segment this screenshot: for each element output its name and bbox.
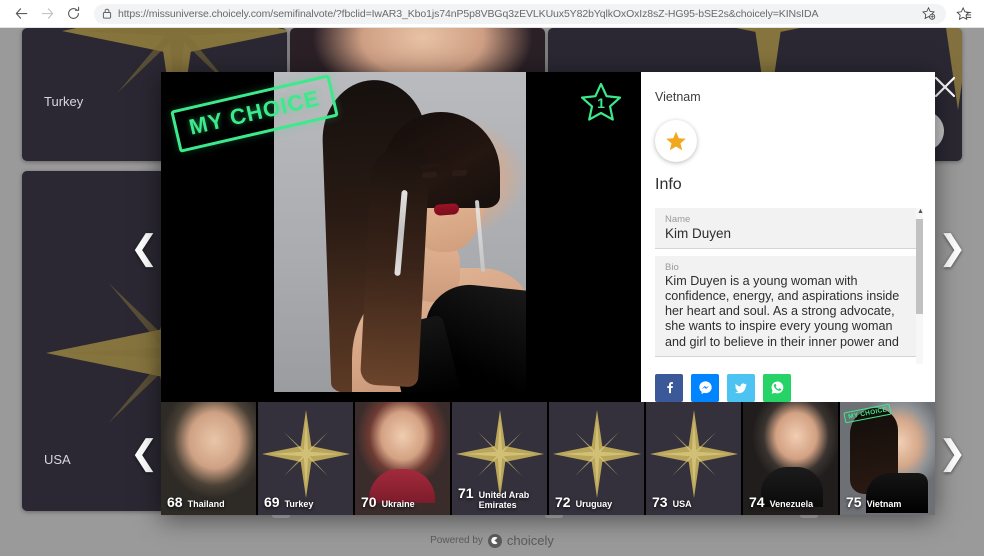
candidate-country: Vietnam [655, 90, 701, 104]
field-label: Name [665, 214, 691, 225]
thumbnail-name: Turkey [284, 499, 314, 509]
rank-number: 1 [597, 95, 605, 111]
add-favorite-icon[interactable] [916, 2, 940, 26]
facebook-share-button[interactable] [655, 373, 683, 402]
choicely-brand-label: choicely [506, 533, 554, 548]
whatsapp-share-button[interactable] [763, 373, 791, 402]
candidate-info-panel: Vietnam Info Name Kim Duyen Bio Kim Duye… [641, 72, 935, 402]
thumbnail-name: Vietnam [866, 499, 902, 509]
star-burst-icon [552, 409, 641, 498]
address-bar[interactable]: https://missuniverse.choicely.com/semifi… [94, 2, 946, 26]
info-fields: Name Kim Duyen Bio Kim Duyen is a young … [655, 208, 923, 364]
modal-top-section: MY CHOICE 1 Vietnam Info Name Kim Duyen … [161, 72, 935, 402]
browser-toolbar: https://missuniverse.choicely.com/semifi… [0, 0, 984, 28]
next-arrow-bottom[interactable]: ❯ [938, 436, 967, 470]
lock-icon [102, 8, 112, 19]
thumbnail-74[interactable]: 74 Venezuela [743, 401, 838, 515]
prev-arrow-bottom[interactable]: ❮ [130, 436, 159, 470]
star-burst-icon [649, 409, 738, 498]
thumbnail-name: Venezuela [769, 499, 814, 509]
thumbnail-number: 75 [846, 494, 862, 510]
candidate-card-photo-top[interactable] [290, 28, 545, 76]
thumbnail-69[interactable]: 69 Turkey [258, 401, 353, 515]
thumbnail-name: USA [672, 499, 692, 509]
reload-button[interactable] [60, 1, 86, 27]
choicely-logo-icon [487, 533, 502, 548]
thumbnail-72[interactable]: 72 Uruguay [549, 401, 644, 515]
twitter-share-button[interactable] [727, 373, 755, 402]
share-buttons [641, 364, 935, 402]
caret-up-icon[interactable]: ▲ [917, 208, 923, 216]
field-bio: Bio Kim Duyen is a young woman with conf… [655, 255, 923, 357]
scrollbar-thumb[interactable] [915, 219, 923, 314]
favorite-toggle-button[interactable] [655, 120, 697, 162]
next-arrow-top[interactable]: ❯ [938, 231, 967, 265]
thumbnail-68[interactable]: 68 Thailand [161, 401, 256, 515]
powered-by-label: Powered by [430, 535, 483, 546]
back-button[interactable] [8, 1, 34, 27]
thumbnail-number: 68 [167, 494, 183, 510]
thumbnail-number: 73 [652, 494, 668, 510]
thumbnail-name: Uruguay [575, 499, 613, 509]
prev-arrow-top[interactable]: ❮ [130, 231, 159, 265]
candidate-detail-modal: MY CHOICE 1 Vietnam Info Name Kim Duyen … [161, 72, 935, 515]
powered-by-footer: Powered by choicely [0, 533, 984, 548]
field-value: Kim Duyen is a young woman with confiden… [665, 273, 900, 349]
thumbnail-75[interactable]: MY CHOICE 75 Vietnam [840, 401, 935, 515]
thumbnail-number: 74 [749, 494, 765, 510]
forward-button[interactable] [34, 1, 60, 27]
thumbnail-70[interactable]: 70 Ukraine [355, 401, 450, 515]
field-label: Bio [665, 261, 679, 273]
thumbnail-number: 69 [264, 494, 280, 510]
thumbnail-name: Thailand [187, 499, 225, 509]
thumbnail-number: 70 [361, 494, 377, 510]
field-value: Kim Duyen [665, 226, 732, 241]
thumbnail-73[interactable]: 73 USA [646, 401, 741, 515]
star-burst-icon [261, 409, 350, 498]
thumbnail-71[interactable]: 71 United Arab Emirates [452, 401, 547, 515]
thumbnail-name: United Arab Emirates [478, 490, 530, 510]
candidate-card-name: Turkey [44, 94, 84, 109]
url-text: https://missuniverse.choicely.com/semifi… [118, 7, 819, 20]
favorites-list-icon[interactable] [952, 2, 976, 26]
candidate-photo [290, 28, 545, 76]
thumbnail-number: 72 [555, 494, 571, 510]
hero-image-area: MY CHOICE 1 [161, 72, 641, 402]
messenger-share-button[interactable] [691, 373, 719, 402]
screen: https://missuniverse.choicely.com/semifi… [0, 0, 984, 556]
rank-badge: 1 [579, 80, 623, 124]
star-filled-icon [666, 131, 686, 151]
thumbnail-number: 71 [458, 485, 474, 501]
info-heading: Info [655, 176, 682, 193]
field-name: Name Kim Duyen [655, 208, 923, 249]
thumbnail-name: Ukraine [381, 499, 415, 509]
info-scrollbar[interactable]: ▲ [915, 208, 923, 364]
candidate-thumbnail-strip[interactable]: 68 Thailand 69 Turkey 70 Ukraine 71 Unit… [161, 401, 935, 515]
candidate-card-name: USA [44, 452, 71, 467]
close-icon [934, 76, 956, 98]
